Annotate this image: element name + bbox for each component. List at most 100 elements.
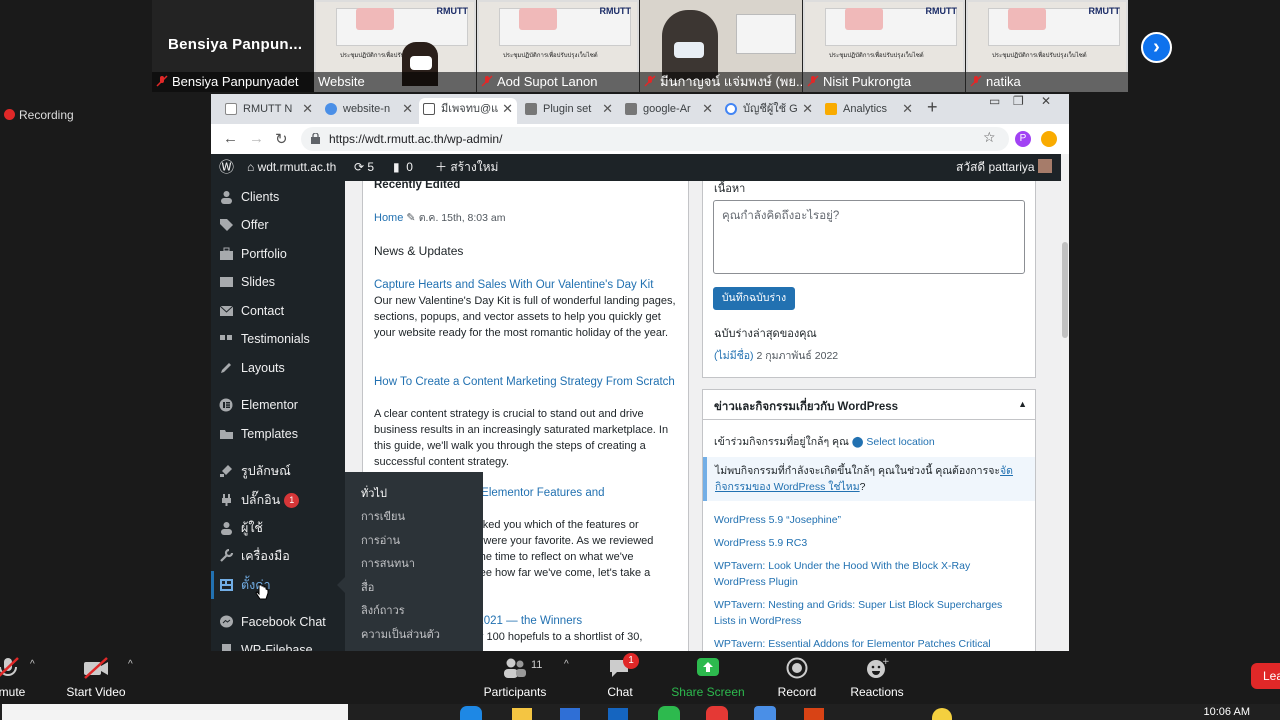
- wordpress-logo-icon[interactable]: Ⓦ: [219, 154, 234, 181]
- scrollbar-thumb[interactable]: [1062, 242, 1068, 338]
- chat-button[interactable]: Chat: [607, 685, 632, 699]
- participants-chevron-icon[interactable]: ^: [564, 659, 569, 670]
- submenu-item-general[interactable]: ทั่วไป: [361, 484, 387, 502]
- submenu-item-writing[interactable]: การเขียน: [361, 507, 405, 525]
- menu-item-appearance[interactable]: รูปลักษณ์: [211, 457, 345, 485]
- profile-avatar[interactable]: P: [1015, 131, 1031, 147]
- browser-tab[interactable]: บัญชีผู้ใช้ G ✕: [721, 98, 817, 124]
- updates-link[interactable]: ⟳ 5: [354, 154, 374, 181]
- article-link[interactable]: se 2021 — the Winners: [462, 613, 682, 629]
- browser-tab[interactable]: Plugin set ✕: [521, 98, 617, 124]
- submenu-item-media[interactable]: สื่อ: [361, 578, 374, 596]
- submenu-item-reading[interactable]: การอ่าน: [361, 531, 400, 549]
- article-link[interactable]: Capture Hearts and Sales With Our Valent…: [374, 277, 680, 293]
- article-link[interactable]: rite Elementor Features and: [462, 485, 682, 501]
- record-button[interactable]: Record: [778, 685, 817, 699]
- start-video-button[interactable]: Start Video: [66, 685, 125, 699]
- close-window-icon[interactable]: ✕: [1041, 94, 1051, 108]
- save-draft-button[interactable]: บันทึกฉบับร่าง: [713, 287, 795, 310]
- share-screen-button[interactable]: Share Screen: [671, 685, 744, 699]
- participant-tile[interactable]: Bensiya Panpun... Bensiya Panpunyadet: [152, 0, 314, 92]
- close-tab-icon[interactable]: ✕: [302, 98, 313, 120]
- draft-link[interactable]: (ไม่มีชื่อ): [714, 350, 754, 362]
- select-location-link[interactable]: Select location: [866, 436, 934, 448]
- menu-item-templates[interactable]: Templates: [211, 420, 345, 448]
- submenu-item-privacy[interactable]: ความเป็นส่วนตัว: [361, 625, 440, 643]
- news-link[interactable]: WordPress 5.9 RC3: [714, 535, 1014, 551]
- news-link[interactable]: WordPress 5.9 “Josephine”: [714, 512, 1014, 528]
- close-tab-icon[interactable]: ✕: [602, 98, 613, 120]
- menu-item-settings[interactable]: ตั้งค่า: [211, 571, 345, 599]
- mic-muted-icon[interactable]: [0, 657, 20, 679]
- menu-item-elementor[interactable]: Elementor: [211, 391, 345, 419]
- new-content-link[interactable]: ＋ สร้างใหม่: [435, 154, 498, 181]
- close-tab-icon[interactable]: ✕: [802, 98, 813, 120]
- recent-item-link[interactable]: Home ✎ ต.ค. 15th, 8:03 am: [374, 210, 506, 226]
- chrome-icon[interactable]: [706, 706, 728, 720]
- menu-item-users[interactable]: ผู้ใช้: [211, 514, 345, 542]
- browser-tab-active[interactable]: มีเพจทบ@แ ✕: [419, 98, 517, 124]
- comments-link[interactable]: ▮ 0: [393, 154, 413, 181]
- participant-tile[interactable]: RMUTT ประชุมปฏิบัติการเพื่อปรับปรุงเว็บไ…: [314, 0, 476, 92]
- news-link[interactable]: WPTavern: Look Under the Hood With the B…: [714, 558, 1014, 590]
- menu-item-contact[interactable]: Contact: [211, 297, 345, 325]
- record-icon[interactable]: [785, 657, 809, 679]
- menu-item-testimonials[interactable]: Testimonials: [211, 325, 345, 353]
- minimize-icon[interactable]: ▭: [989, 94, 1000, 108]
- menu-item-wp-filebase[interactable]: WP-Filebase: [211, 636, 345, 651]
- menu-item-clients[interactable]: Clients: [211, 183, 345, 211]
- close-tab-icon[interactable]: ✕: [502, 98, 513, 120]
- zoom-app-icon[interactable]: [754, 706, 776, 720]
- app-icon[interactable]: [608, 708, 628, 720]
- restore-icon[interactable]: ❐: [1013, 94, 1024, 108]
- taskbar-search-box[interactable]: [2, 704, 348, 720]
- share-screen-icon[interactable]: [696, 657, 720, 679]
- browser-tab[interactable]: Analytics ✕: [821, 98, 917, 124]
- news-link[interactable]: WPTavern: Essential Addons for Elementor…: [714, 636, 1014, 651]
- forward-icon[interactable]: →: [249, 130, 264, 147]
- collapse-toggle-icon[interactable]: ▲: [1018, 399, 1027, 409]
- menu-item-layouts[interactable]: Layouts: [211, 354, 345, 382]
- submenu-item-permalinks[interactable]: ลิงก์ถาวร: [361, 601, 405, 619]
- video-off-icon[interactable]: [82, 657, 110, 679]
- video-options-chevron-icon[interactable]: ^: [128, 659, 133, 670]
- news-link[interactable]: WPTavern: Nesting and Grids: Super List …: [714, 597, 1014, 629]
- submenu-item-discussion[interactable]: การสนทนา: [361, 554, 415, 572]
- menu-item-portfolio[interactable]: Portfolio: [211, 240, 345, 268]
- mute-button[interactable]: mute: [0, 685, 25, 699]
- menu-item-tools[interactable]: เครื่องมือ: [211, 542, 345, 570]
- line-icon[interactable]: [658, 706, 680, 720]
- powerpoint-icon[interactable]: [804, 708, 824, 720]
- participant-tile[interactable]: RMUTT ประชุมปฏิบัติการเพื่อปรับปรุงเว็บไ…: [477, 0, 639, 92]
- store-icon[interactable]: [560, 708, 580, 720]
- reactions-icon[interactable]: +: [865, 657, 889, 679]
- reactions-button[interactable]: Reactions: [850, 685, 903, 699]
- draft-content-textarea[interactable]: คุณกำลังคิดถึงอะไรอยู่?: [713, 200, 1025, 274]
- leave-button[interactable]: Lea: [1251, 663, 1280, 689]
- site-home-link[interactable]: ⌂ wdt.rmutt.ac.th: [247, 154, 336, 181]
- edge-icon[interactable]: [460, 706, 482, 720]
- new-tab-button[interactable]: +: [927, 97, 938, 118]
- participant-tile[interactable]: มีนกาญจน์ แจ่มพงษ์ (พย...: [640, 0, 802, 92]
- participants-icon[interactable]: [502, 657, 528, 679]
- close-tab-icon[interactable]: ✕: [402, 98, 413, 120]
- browser-tab[interactable]: google-Ar ✕: [621, 98, 717, 124]
- account-greeting[interactable]: สวัสดี pattariya: [956, 154, 1052, 181]
- browser-tab[interactable]: RMUTT N ✕: [221, 98, 317, 124]
- file-explorer-icon[interactable]: [512, 708, 532, 720]
- reload-icon[interactable]: ↻: [275, 130, 288, 148]
- page-scrollbar[interactable]: [1061, 154, 1069, 651]
- extension-icon[interactable]: [1041, 131, 1057, 147]
- participant-tile[interactable]: RMUTT ประชุมปฏิบัติการเพื่อปรับปรุงเว็บไ…: [966, 0, 1128, 92]
- url-field[interactable]: https://wdt.rmutt.ac.th/wp-admin/: [301, 127, 1009, 151]
- menu-item-plugins[interactable]: ปลั๊กอิน 1: [211, 486, 345, 514]
- close-tab-icon[interactable]: ✕: [902, 98, 913, 120]
- menu-item-offer[interactable]: Offer: [211, 211, 345, 239]
- menu-item-slides[interactable]: Slides: [211, 268, 345, 296]
- participants-button[interactable]: Participants: [484, 685, 547, 699]
- next-page-arrow-icon[interactable]: ›: [1141, 32, 1172, 63]
- participant-tile[interactable]: RMUTT ประชุมปฏิบัติการเพื่อปรับปรุงเว็บไ…: [803, 0, 965, 92]
- article-link[interactable]: How To Create a Content Marketing Strate…: [374, 374, 680, 390]
- close-tab-icon[interactable]: ✕: [702, 98, 713, 120]
- tray-app-icon[interactable]: [932, 708, 952, 720]
